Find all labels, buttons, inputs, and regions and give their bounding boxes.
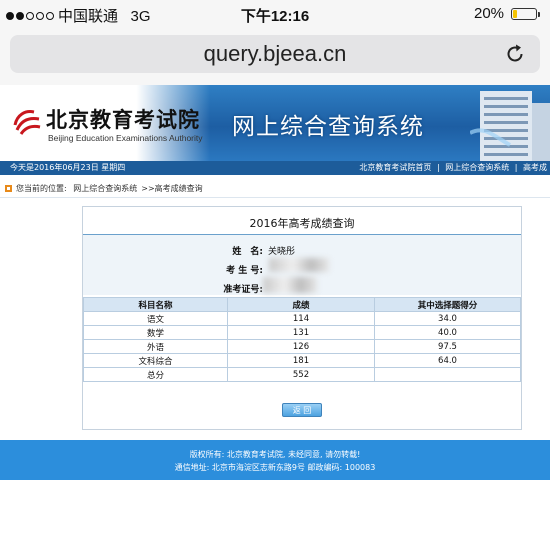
info-strip: 今天是2016年06月23日 星期四 北京教育考试院首页 | 网上综合查询系统 … bbox=[0, 161, 550, 175]
score-cell: 181 bbox=[227, 353, 375, 368]
header-choice-score: 其中选择题得分 bbox=[374, 297, 521, 312]
redacted-exam-id bbox=[269, 258, 329, 272]
subject-cell: 文科综合 bbox=[83, 353, 228, 368]
score-cell: 114 bbox=[227, 311, 375, 326]
address-bar[interactable]: query.bjeea.cn bbox=[10, 35, 540, 73]
battery-icon bbox=[511, 8, 537, 20]
battery-level-fill bbox=[513, 10, 518, 18]
subject-cell: 语文 bbox=[83, 311, 228, 326]
link-separator: | bbox=[514, 163, 518, 172]
footer-address: 通信地址: 北京市海淀区志新东路9号 邮政编码: 100083 bbox=[174, 463, 376, 472]
header-subject: 科目名称 bbox=[83, 297, 228, 312]
score-table: 科目名称 成绩 其中选择题得分 语文 114 34.0 数学 131 40.0 … bbox=[83, 297, 521, 382]
logo-chinese-text: 北京教育考试院 bbox=[46, 107, 200, 132]
table-row: 文科综合 181 64.0 bbox=[83, 353, 521, 368]
footer-copyright: 版权所有: 北京教育考试院, 未经同意, 请勿转载! bbox=[189, 450, 361, 459]
link-separator: | bbox=[436, 163, 440, 172]
exam-id-label: 考 生 号: bbox=[226, 266, 263, 276]
url-text[interactable]: query.bjeea.cn bbox=[10, 41, 540, 67]
site-banner: 北京教育考试院 Beijing Education Examinations A… bbox=[0, 85, 550, 161]
building-illustration bbox=[470, 91, 550, 161]
choice-score-cell: 34.0 bbox=[374, 311, 521, 326]
table-row: 外语 126 97.5 bbox=[83, 339, 521, 354]
breadcrumb-item-query-system[interactable]: 网上综合查询系统 bbox=[73, 184, 137, 193]
score-cell: 552 bbox=[227, 367, 375, 382]
link-query-system[interactable]: 网上综合查询系统 bbox=[445, 163, 509, 172]
candidate-info: 姓 名: 关晓彤 考 生 号: 准考证号: bbox=[83, 235, 521, 295]
choice-score-cell: 40.0 bbox=[374, 325, 521, 340]
logo-english-text: Beijing Education Examinations Authority bbox=[48, 133, 203, 143]
table-row-total: 总分 552 bbox=[83, 367, 521, 382]
reload-icon[interactable] bbox=[504, 43, 526, 65]
score-cell: 131 bbox=[227, 325, 375, 340]
table-row: 数学 131 40.0 bbox=[83, 325, 521, 340]
subject-cell: 外语 bbox=[83, 339, 228, 354]
choice-score-cell bbox=[374, 367, 521, 382]
status-clock: 下午12:16 bbox=[240, 8, 310, 25]
redacted-ticket-number bbox=[263, 277, 317, 293]
breadcrumb: 您当前的位置: 网上综合查询系统 >>高考成绩查询 bbox=[0, 181, 550, 198]
system-title: 网上综合查询系统 bbox=[232, 114, 424, 140]
score-result-card: 2016年高考成绩查询 姓 名: 关晓彤 考 生 号: 准考证号: 科目名称 成… bbox=[82, 206, 522, 430]
choice-score-cell: 97.5 bbox=[374, 339, 521, 354]
battery-tip bbox=[538, 12, 540, 17]
name-label: 姓 名: bbox=[232, 247, 263, 257]
location-icon bbox=[5, 185, 12, 192]
breadcrumb-label: 您当前的位置: bbox=[16, 184, 67, 193]
subject-cell: 数学 bbox=[83, 325, 228, 340]
current-date: 今天是2016年06月23日 星期四 bbox=[10, 163, 126, 172]
exam-authority-logo-icon bbox=[13, 110, 41, 135]
link-exam-authority-home[interactable]: 北京教育考试院首页 bbox=[359, 163, 431, 172]
score-cell: 126 bbox=[227, 339, 375, 354]
back-button[interactable]: 返 回 bbox=[282, 403, 322, 417]
link-gaokao-scores[interactable]: 高考成 bbox=[523, 163, 547, 172]
name-value: 关晓彤 bbox=[268, 247, 296, 257]
browser-toolbar: query.bjeea.cn bbox=[0, 28, 550, 85]
top-links: 北京教育考试院首页 | 网上综合查询系统 | 高考成 bbox=[359, 161, 550, 175]
ticket-label: 准考证号: bbox=[223, 285, 263, 295]
table-row: 语文 114 34.0 bbox=[83, 311, 521, 326]
header-score: 成绩 bbox=[227, 297, 375, 312]
subject-cell: 总分 bbox=[83, 367, 228, 382]
choice-score-cell: 64.0 bbox=[374, 353, 521, 368]
battery-percent: 20% bbox=[474, 5, 505, 22]
page-footer: 版权所有: 北京教育考试院, 未经同意, 请勿转载! 通信地址: 北京市海淀区志… bbox=[0, 440, 550, 480]
breadcrumb-item-gaokao: >>高考成绩查询 bbox=[141, 184, 203, 193]
result-title: 2016年高考成绩查询 bbox=[249, 217, 355, 230]
table-header-row: 科目名称 成绩 其中选择题得分 bbox=[83, 297, 521, 312]
status-bar: 中国联通 3G 下午12:16 20% bbox=[0, 0, 550, 28]
